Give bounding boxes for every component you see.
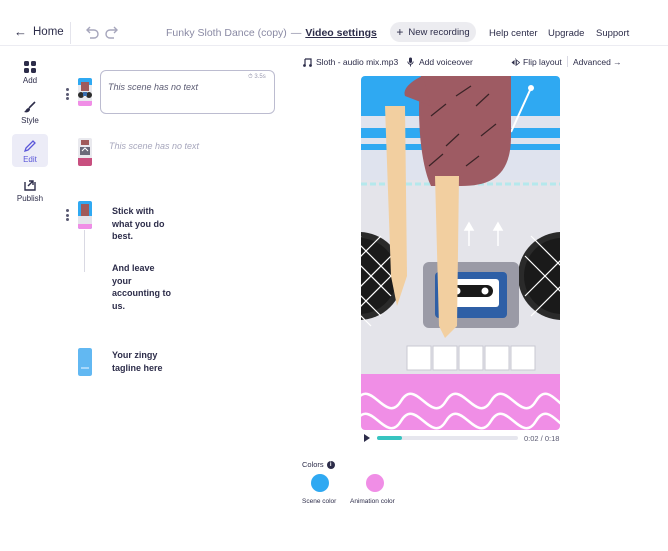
pencil-icon (23, 140, 36, 153)
home-button[interactable]: ← Home (14, 24, 64, 39)
drag-handle[interactable] (66, 209, 70, 221)
preview-illustration (361, 76, 560, 430)
animation-color-swatch[interactable] (366, 474, 384, 492)
colors-label: Colors (302, 460, 324, 469)
scene-color-swatch[interactable] (311, 474, 329, 492)
microphone-icon (407, 57, 414, 67)
support-link[interactable]: Support (596, 28, 629, 39)
rail-add[interactable]: Add (8, 60, 52, 85)
rail-publish[interactable]: Publish (8, 178, 52, 203)
flip-layout-button[interactable]: Flip layout (511, 57, 562, 67)
project-title[interactable]: Funky Sloth Dance (copy) (166, 27, 287, 39)
home-label: Home (33, 25, 64, 38)
undo-icon[interactable] (84, 25, 100, 39)
upgrade-link[interactable]: Upgrade (548, 28, 584, 39)
add-voiceover-button[interactable]: Add voiceover (407, 57, 473, 67)
brush-icon (24, 101, 36, 113)
playback-time: 0:02 / 0:18 (524, 434, 560, 443)
flip-layout-label: Flip layout (523, 57, 562, 67)
scene-color-label: Scene color (302, 498, 337, 505)
scene-1-text[interactable]: This scene has no text (108, 82, 198, 92)
rail-edit[interactable]: Edit (12, 134, 48, 167)
scene-thumbnail[interactable] (78, 138, 92, 166)
scene-thumbnail[interactable] (78, 78, 92, 106)
timeline-progress (377, 436, 403, 440)
top-bar: ← Home Funky Sloth Dance (copy) — Video se… (0, 0, 668, 46)
scene-3-text[interactable]: Stick with what you do best. (112, 205, 172, 243)
video-preview[interactable] (361, 76, 560, 430)
scene-3-text-2[interactable]: And leave your accounting to us. (112, 262, 172, 312)
redo-icon[interactable] (104, 25, 120, 39)
timer-icon: ⏱ 3.5s (248, 74, 266, 80)
audio-track-label: Sloth - audio mix.mp3 (316, 57, 399, 67)
animation-color-label: Animation color (350, 498, 395, 505)
scene-thumbnail[interactable] (78, 201, 92, 229)
music-note-icon (303, 57, 312, 67)
scene-connector (84, 230, 85, 272)
plus-icon: + (396, 25, 404, 39)
audio-track[interactable]: Sloth - audio mix.mp3 (303, 57, 398, 67)
scene-thumbnail[interactable] (78, 348, 92, 376)
divider (70, 22, 71, 44)
new-recording-label: New recording (408, 26, 470, 38)
arrow-left-icon: ← (14, 24, 27, 39)
project-title-bar: Funky Sloth Dance (copy) — Video settings (166, 27, 377, 39)
flip-icon (511, 58, 520, 66)
video-settings-link[interactable]: Video settings (305, 27, 377, 39)
scene-4-text[interactable]: Your zingy tagline here (112, 349, 182, 374)
add-voiceover-label: Add voiceover (419, 57, 473, 67)
title-separator: — (290, 27, 302, 39)
advanced-link[interactable]: Advanced → (573, 57, 622, 67)
grid-icon (24, 61, 36, 73)
new-recording-button[interactable]: + New recording (390, 22, 476, 42)
rail-add-label: Add (22, 76, 38, 85)
scene-2-text[interactable]: This scene has no text (109, 141, 199, 151)
rail-publish-label: Publish (16, 194, 44, 203)
colors-heading: Colors i (302, 460, 335, 469)
rail-edit-label: Edit (23, 155, 37, 164)
rail-style-label: Style (21, 116, 39, 125)
rail-style[interactable]: Style (8, 100, 52, 125)
drag-handle[interactable] (66, 88, 70, 100)
timeline-scrubber[interactable] (377, 436, 518, 440)
info-icon[interactable]: i (326, 460, 335, 469)
publish-icon (24, 180, 36, 191)
help-center-link[interactable]: Help center (489, 28, 538, 39)
play-icon[interactable] (364, 434, 370, 442)
divider (567, 56, 568, 67)
